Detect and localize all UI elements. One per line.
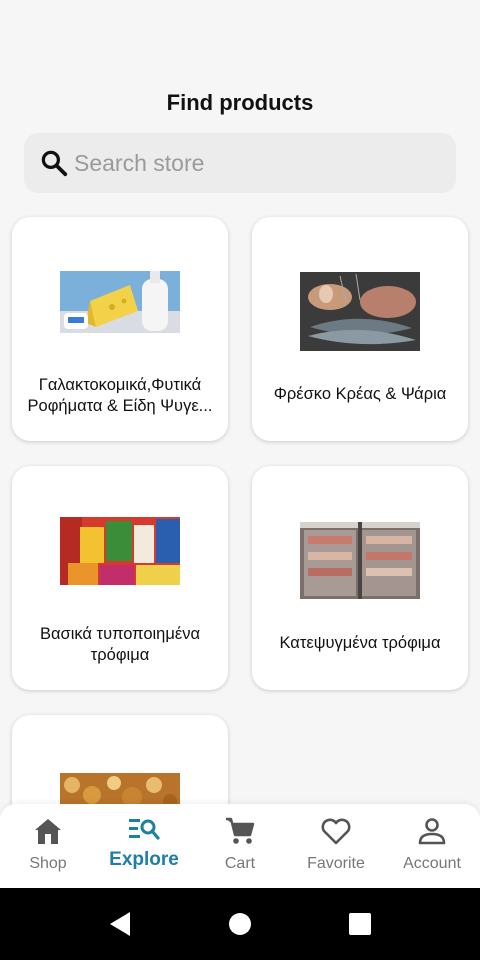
nav-label: Explore bbox=[109, 849, 179, 870]
nav-label: Account bbox=[403, 855, 461, 872]
search-input[interactable]: Search store bbox=[74, 150, 204, 177]
nav-item-shop[interactable]: Shop bbox=[0, 804, 96, 888]
recents-icon[interactable] bbox=[300, 912, 420, 936]
nav-label: Shop bbox=[29, 855, 67, 872]
category-card-packaged[interactable]: Βασικά τυποποιημένα τρόφιμα bbox=[12, 466, 228, 690]
system-navigation-bar bbox=[0, 888, 480, 960]
category-image-dairy bbox=[60, 271, 180, 333]
back-icon[interactable] bbox=[60, 911, 180, 937]
nav-item-cart[interactable]: Cart bbox=[192, 804, 288, 888]
category-card-frozen[interactable]: Κατεψυγμένα τρόφιμα bbox=[252, 466, 468, 690]
category-card-dairy[interactable]: Γαλακτοκομικά,Φυτικά Ροφήματα & Είδη Ψυγ… bbox=[12, 217, 228, 441]
home-icon[interactable] bbox=[180, 912, 300, 936]
category-image-packaged bbox=[60, 517, 180, 585]
category-label: Φρέσκο Κρέας & Ψάρια bbox=[273, 385, 447, 403]
category-card-meat-fish[interactable]: Φρέσκο Κρέας & Ψάρια bbox=[252, 217, 468, 441]
shop-icon bbox=[32, 816, 64, 851]
category-image-meat-fish bbox=[300, 272, 420, 351]
nav-label: Favorite bbox=[307, 855, 365, 872]
search-icon bbox=[38, 147, 70, 179]
category-image-frozen bbox=[300, 522, 420, 599]
nav-item-favorite[interactable]: Favorite bbox=[288, 804, 384, 888]
category-label: Κατεψυγμένα τρόφιμα bbox=[279, 634, 441, 652]
heart-icon bbox=[320, 816, 352, 851]
nav-item-explore[interactable]: Explore bbox=[96, 804, 192, 888]
category-label: Γαλακτοκομικά,Φυτικά Ροφήματα & Είδη Ψυγ… bbox=[27, 376, 213, 415]
bottom-navigation: Shop Explore Cart Favorite Account bbox=[0, 804, 480, 888]
nav-label: Cart bbox=[224, 855, 256, 872]
nav-item-account[interactable]: Account bbox=[384, 804, 480, 888]
explore-icon bbox=[128, 816, 160, 847]
search-bar[interactable]: Search store bbox=[24, 133, 456, 193]
page-title: Find products bbox=[166, 90, 314, 115]
account-icon bbox=[416, 816, 448, 851]
category-label: Βασικά τυποποιημένα τρόφιμα bbox=[39, 625, 201, 664]
cart-icon bbox=[224, 816, 256, 851]
